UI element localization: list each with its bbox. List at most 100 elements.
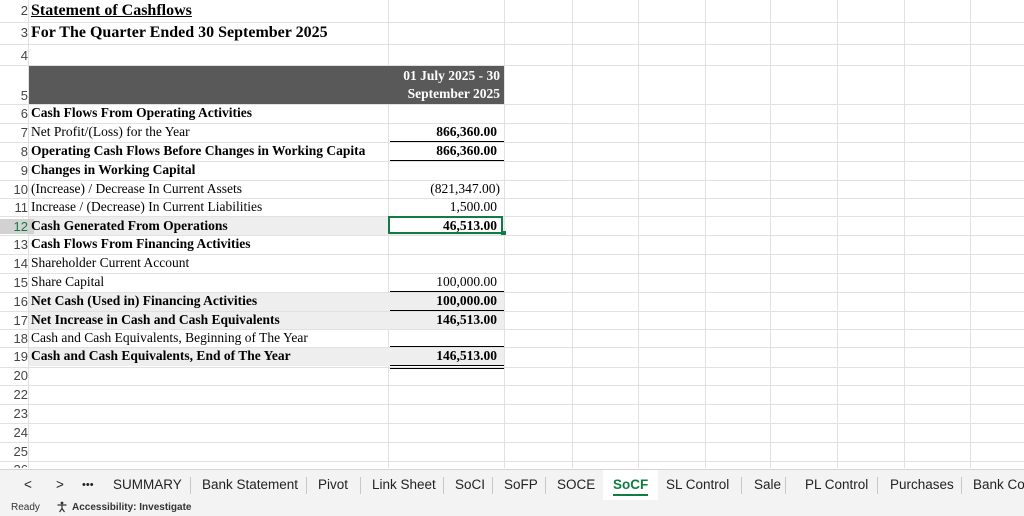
total-label[interactable]: Cash and Cash Equivalents, End of The Ye… xyxy=(31,348,291,364)
active-tab-underline xyxy=(613,494,649,496)
row-number[interactable]: 10 xyxy=(0,182,34,197)
tab-socf-label: SoCF xyxy=(613,477,649,492)
spreadsheet-grid[interactable]: 2 Statement of Cashflows 3 For The Quart… xyxy=(0,0,1024,468)
double-border-top xyxy=(390,365,504,366)
tab-bank-cor[interactable]: Bank Cor xyxy=(963,470,1024,500)
section-heading-working-capital[interactable]: Changes in Working Capital xyxy=(31,162,195,178)
subtotal-label[interactable]: Net Increase in Cash and Cash Equivalent… xyxy=(31,312,280,328)
gridline xyxy=(0,404,1024,405)
row-number[interactable]: 16 xyxy=(0,294,34,309)
gridline xyxy=(970,0,971,468)
section-heading-financing[interactable]: Cash Flows From Financing Activities xyxy=(31,236,251,252)
row-number[interactable]: 23 xyxy=(0,406,34,421)
line-item-amount[interactable]: 866,360.00 xyxy=(390,124,497,140)
line-item-amount[interactable]: 100,000.00 xyxy=(390,274,497,290)
tab-soci[interactable]: SoCI xyxy=(445,470,495,500)
tab-soce[interactable]: SOCE xyxy=(547,470,605,500)
row-number[interactable]: 9 xyxy=(0,163,34,178)
tab-scroll-prev-button[interactable]: < xyxy=(14,470,42,500)
row-number[interactable]: 22 xyxy=(0,387,34,402)
tab-link-sheet[interactable]: Link Sheet xyxy=(362,470,446,500)
subtotal-label[interactable]: Cash Generated From Operations xyxy=(31,218,228,234)
subtotal-label[interactable]: Net Cash (Used in) Financing Activities xyxy=(31,293,257,309)
tab-purchases[interactable]: Purchases xyxy=(880,470,964,500)
tab-divider xyxy=(785,477,786,494)
row-number[interactable]: 26 xyxy=(0,462,34,468)
row-number[interactable]: 3 xyxy=(0,25,34,40)
row-number[interactable]: 19 xyxy=(0,349,34,364)
row-number[interactable]: 15 xyxy=(0,275,34,290)
gridline xyxy=(0,22,1024,23)
more-tabs-icon[interactable]: ••• xyxy=(72,470,104,500)
line-item-label[interactable]: Share Capital xyxy=(31,274,104,290)
row-number[interactable]: 24 xyxy=(0,425,34,440)
tab-pl-control[interactable]: PL Control xyxy=(795,470,878,500)
line-item-label[interactable]: (Increase) / Decrease In Current Assets xyxy=(31,181,242,197)
statement-title[interactable]: Statement of Cashflows xyxy=(31,2,192,20)
line-item-amount[interactable]: 1,500.00 xyxy=(390,199,497,215)
gridline xyxy=(0,273,1024,274)
gridline xyxy=(638,0,639,468)
tab-sofp[interactable]: SoFP xyxy=(494,470,548,500)
period-header-line1: 01 July 2025 - 30 xyxy=(403,68,500,83)
period-header-line2: September 2025 xyxy=(407,86,500,101)
tab-divider xyxy=(741,477,742,494)
row-number[interactable]: 14 xyxy=(0,256,34,271)
row-number[interactable]: 8 xyxy=(0,144,34,159)
tab-divider xyxy=(545,477,546,494)
gridline xyxy=(0,385,1024,386)
tab-scroll-next-button[interactable]: > xyxy=(46,470,74,500)
tab-socf-active[interactable]: SoCF xyxy=(603,470,659,500)
row-number[interactable]: 2 xyxy=(0,3,34,18)
gridline xyxy=(705,0,706,468)
double-border-bottom xyxy=(390,368,504,369)
selected-cell-amount[interactable]: 46,513.00 xyxy=(390,218,497,234)
tab-bank-statement[interactable]: Bank Statement xyxy=(192,470,308,500)
accessibility-icon[interactable] xyxy=(56,501,68,513)
subtotal-label[interactable]: Operating Cash Flows Before Changes in W… xyxy=(31,143,388,159)
tab-divider xyxy=(360,477,361,494)
row-number[interactable]: 25 xyxy=(0,444,34,459)
gridline xyxy=(0,44,1024,45)
subtotal-amount[interactable]: 146,513.00 xyxy=(390,312,497,328)
gridline xyxy=(0,442,1024,443)
row-number[interactable]: 7 xyxy=(0,125,34,140)
row-number[interactable]: 5 xyxy=(0,88,34,103)
tab-pivot[interactable]: Pivot xyxy=(308,470,358,500)
row-number[interactable]: 17 xyxy=(0,313,34,328)
gridline xyxy=(572,0,573,468)
tab-divider xyxy=(877,477,878,494)
line-item-label[interactable]: Increase / (Decrease) In Current Liabili… xyxy=(31,199,262,215)
tab-sale[interactable]: Sale xyxy=(744,470,791,500)
subtotal-amount[interactable]: 100,000.00 xyxy=(390,293,497,309)
gridline xyxy=(0,461,1024,462)
line-item-amount[interactable]: (821,347.00) xyxy=(393,181,500,197)
accessibility-status[interactable]: Accessibility: Investigate xyxy=(72,502,192,513)
row-number-selected[interactable]: 12 xyxy=(0,219,34,234)
tab-divider xyxy=(961,477,962,494)
status-bar: Ready Accessibility: Investigate xyxy=(0,500,1024,516)
tab-sl-control[interactable]: SL Control xyxy=(656,470,739,500)
gridline xyxy=(904,0,905,468)
row-number[interactable]: 13 xyxy=(0,237,34,252)
gridline xyxy=(770,0,771,468)
row-number[interactable]: 11 xyxy=(0,200,34,215)
row-number[interactable]: 18 xyxy=(0,331,34,346)
row-number[interactable]: 20 xyxy=(0,368,34,383)
line-item-label[interactable]: Cash and Cash Equivalents, Beginning of … xyxy=(31,330,308,346)
subtotal-amount[interactable]: 866,360.00 xyxy=(390,143,497,159)
tab-summary[interactable]: SUMMARY xyxy=(103,470,192,500)
section-heading-operating[interactable]: Cash Flows From Operating Activities xyxy=(31,105,252,121)
total-amount[interactable]: 146,513.00 xyxy=(390,348,497,364)
sheet-tab-bar: < > ••• SUMMARY Bank Statement Pivot Lin… xyxy=(0,469,1024,500)
tab-divider xyxy=(443,477,444,494)
row-number[interactable]: 4 xyxy=(0,48,34,63)
gridline xyxy=(0,423,1024,424)
row-number[interactable]: 6 xyxy=(0,106,34,121)
statement-subtitle[interactable]: For The Quarter Ended 30 September 2025 xyxy=(31,24,328,42)
line-item-label[interactable]: Shareholder Current Account xyxy=(31,255,189,271)
period-header[interactable]: 01 July 2025 - 30 September 2025 xyxy=(390,67,500,103)
line-item-label[interactable]: Net Profit/(Loss) for the Year xyxy=(31,124,190,140)
tab-divider xyxy=(306,477,307,494)
gridline xyxy=(837,0,838,468)
